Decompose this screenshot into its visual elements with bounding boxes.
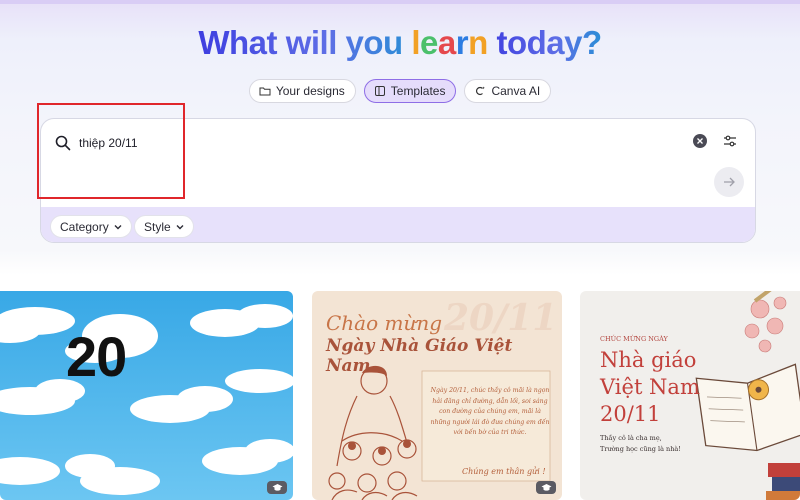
annotation-highlight-box — [37, 103, 185, 199]
hero-letter: e — [420, 24, 438, 61]
top-strip — [0, 0, 800, 4]
hero-prefix: What will you — [198, 24, 412, 61]
graduation-cap-icon — [272, 484, 282, 491]
tab-label: Templates — [390, 84, 446, 98]
filter-settings-icon[interactable] — [721, 132, 739, 150]
template-title-line1: Nhà giáo — [600, 348, 697, 372]
template-card[interactable]: 20/11 Chào mừng Ngày Nhà Giáo Việt Nam N… — [312, 291, 562, 500]
chip-label: Style — [144, 219, 171, 234]
tab-canva-ai[interactable]: Canva AI — [464, 79, 552, 103]
template-card[interactable]: CHÚC MỪNG NGÀY Nhà giáo Việt Nam 20/11 T… — [580, 291, 800, 500]
clear-search-button[interactable] — [693, 134, 707, 148]
style-filter[interactable]: Style — [134, 215, 194, 238]
chevron-down-icon — [176, 224, 184, 229]
canva-ai-icon — [476, 86, 486, 96]
template-subtitle: Thầy cô là cha mẹ, — [600, 434, 662, 442]
education-badge — [267, 481, 287, 494]
template-icon — [374, 86, 385, 96]
arrow-right-icon — [724, 177, 735, 187]
template-card[interactable]: 20 — [0, 291, 293, 500]
tab-label: Canva AI — [491, 84, 541, 98]
sky-clouds-image — [0, 291, 293, 500]
template-caption: CHÚC MỪNG NGÀY — [600, 335, 668, 343]
chip-label: Category — [60, 219, 109, 234]
category-filter[interactable]: Category — [50, 215, 132, 238]
filter-bar: Category Style — [41, 207, 755, 242]
close-icon — [697, 138, 703, 144]
graduation-cap-icon — [541, 484, 551, 491]
tab-templates[interactable]: Templates — [363, 79, 457, 103]
template-title-line2: Việt Nam — [600, 375, 700, 399]
template-year: 20/11 — [444, 297, 558, 339]
hero-letter: n — [468, 24, 488, 61]
hero-letter: l — [411, 24, 421, 61]
template-big-text: 20 — [66, 325, 127, 388]
template-title-line1: Chào mừng — [326, 311, 443, 335]
hero-letter: r — [455, 24, 469, 61]
template-note: Ngày 20/11, chúc thầy cô mãi là ngọn hải… — [430, 387, 550, 436]
submit-search-button[interactable] — [714, 167, 744, 197]
hero-heading: What will you learn today? — [0, 22, 800, 64]
education-badge — [536, 481, 556, 494]
hero-suffix: today? — [487, 24, 602, 61]
hero-letter: a — [437, 24, 456, 61]
template-title-line2: Ngày Nhà Giáo Việt Nam — [326, 336, 513, 376]
chevron-down-icon — [114, 224, 122, 229]
folder-icon — [259, 87, 271, 96]
tab-your-designs[interactable]: Your designs — [248, 79, 356, 103]
tab-label: Your designs — [275, 84, 345, 98]
template-title-line3: 20/11 — [600, 402, 661, 426]
template-subtitle: Trường học cũng là nhà! — [600, 445, 681, 453]
search-scope-tabs: Your designs Templates Canva AI — [0, 79, 800, 103]
template-signature: Chúng em thân gửi ! — [462, 467, 546, 476]
